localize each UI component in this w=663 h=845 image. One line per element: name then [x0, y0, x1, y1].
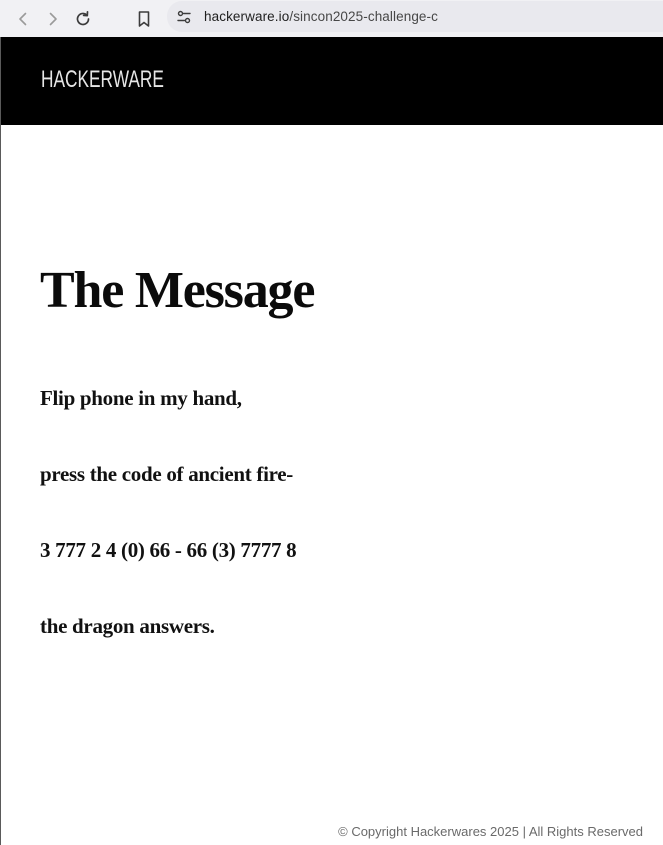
url-text[interactable]: hackerware.io/sincon2025-challenge-c [204, 9, 438, 24]
url-host: hackerware.io [204, 9, 290, 24]
browser-toolbar: hackerware.io/sincon2025-challenge-c [0, 0, 663, 37]
reload-button[interactable] [68, 4, 98, 34]
page-content: HACKERWARE The Message Flip phone in my … [0, 37, 663, 845]
site-logo[interactable]: HACKERWARE [41, 67, 164, 93]
site-settings-icon[interactable] [176, 9, 192, 25]
back-button[interactable] [8, 4, 38, 34]
chevron-right-icon [49, 12, 57, 25]
bookmark-button[interactable] [129, 4, 159, 34]
forward-button[interactable] [38, 4, 68, 34]
page-title: The Message [40, 262, 315, 319]
message-line-2: press the code of ancient fire- [40, 462, 293, 486]
reload-icon [76, 10, 90, 25]
address-bar[interactable]: hackerware.io/sincon2025-challenge-c [167, 1, 663, 32]
message-line-4: the dragon answers. [40, 614, 215, 638]
chevron-left-icon [19, 12, 27, 25]
url-path: /sincon2025-challenge-c [289, 9, 438, 24]
site-header: HACKERWARE [1, 37, 663, 125]
message-line-1: Flip phone in my hand, [40, 386, 242, 410]
footer-copyright: © Copyright Hackerwares 2025 | All Right… [338, 824, 643, 839]
message-line-3: 3 777 2 4 (0) 66 - 66 (3) 7777 8 [40, 538, 297, 562]
bookmark-icon [138, 10, 150, 27]
